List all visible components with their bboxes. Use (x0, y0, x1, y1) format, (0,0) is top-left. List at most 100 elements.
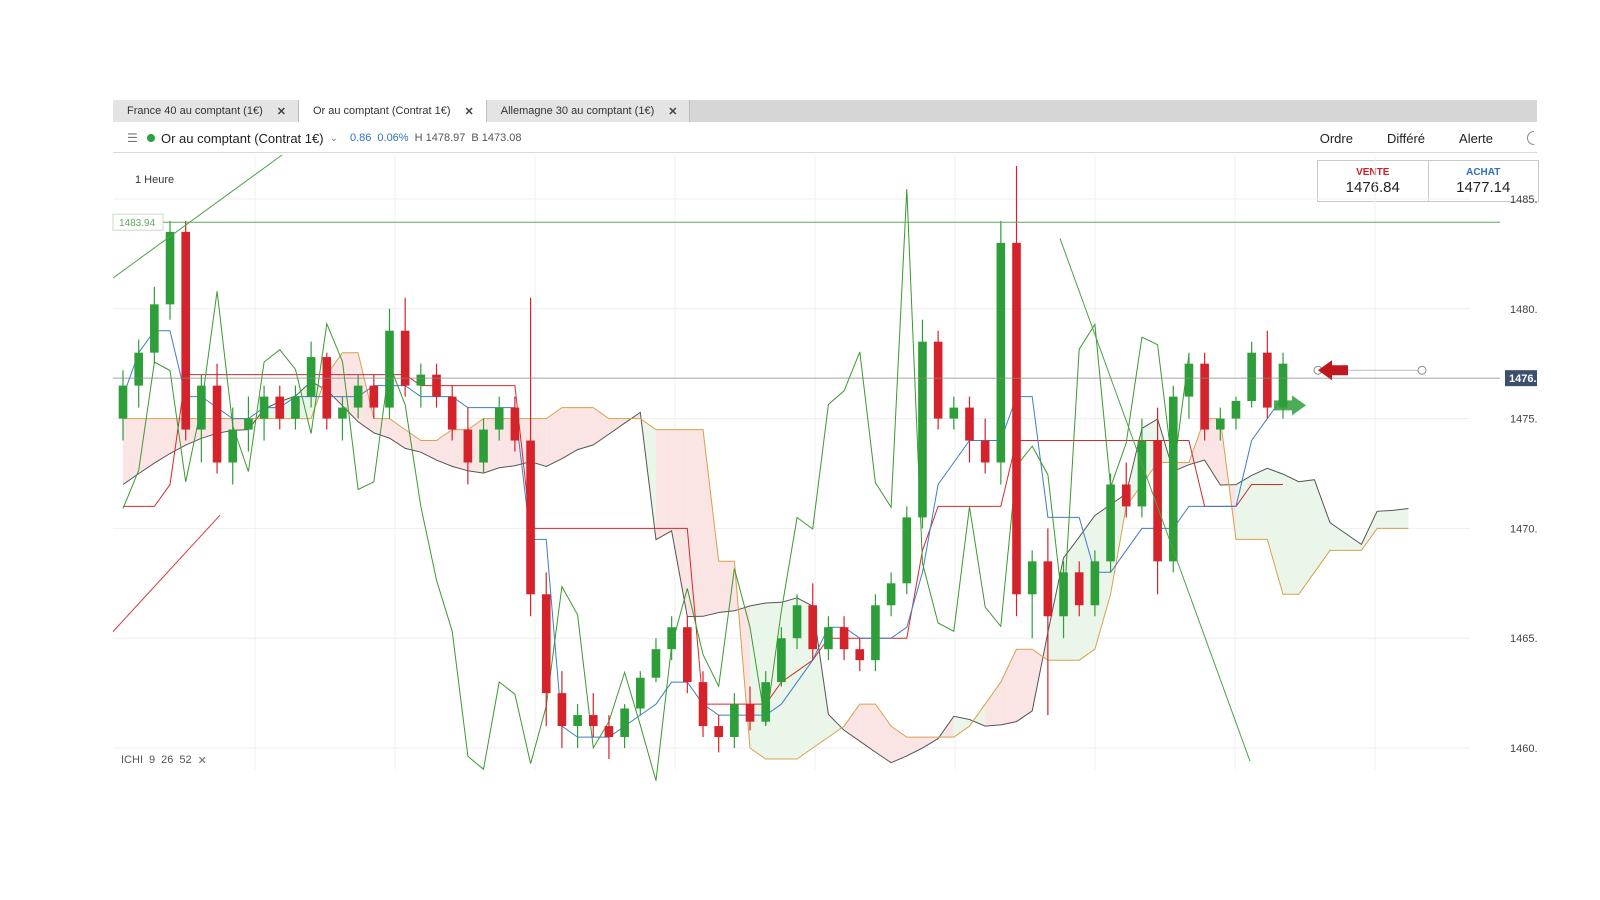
cloud-segment (1283, 474, 1299, 595)
alert-handle-icon (1417, 365, 1427, 375)
candlestick (526, 297, 535, 617)
price-axis: 1460. 1465. 1470. 1475. 1480. 1485. 1476. (1505, 194, 1538, 755)
candle-body (181, 231, 191, 430)
cloud-segment (154, 418, 171, 464)
candlestick (212, 363, 222, 474)
cloud-segment (655, 429, 672, 540)
candle-body (902, 517, 912, 584)
candle-body (949, 407, 959, 419)
current-price-tag: 1476. (1509, 373, 1537, 385)
candlestick (197, 374, 206, 463)
cloud-segment (1267, 468, 1283, 595)
candlestick (839, 616, 849, 661)
cloud-segment (138, 418, 155, 474)
candle-body (730, 704, 739, 738)
candlestick (134, 339, 143, 408)
remove-indicator-icon[interactable]: ✕ (198, 754, 207, 767)
candle-body (871, 605, 880, 661)
cloud-segment (389, 418, 406, 449)
candlestick (1106, 473, 1115, 573)
cloud-segment (1298, 479, 1315, 595)
candle-body (400, 330, 410, 386)
y-tick-label: 1470. (1510, 523, 1538, 535)
candlestick (980, 418, 990, 474)
candlestick (588, 693, 598, 738)
candlestick (683, 616, 692, 694)
candle-body (1012, 242, 1021, 595)
candle-body (557, 693, 567, 727)
candle-body (839, 627, 849, 650)
candle-body (1059, 572, 1068, 617)
candle-body (996, 242, 1006, 463)
candle-body (134, 352, 143, 386)
candlestick (181, 220, 191, 441)
candle-body (118, 385, 128, 419)
cloud-segment (1251, 468, 1268, 540)
candlestick (541, 572, 551, 727)
candle-body (1200, 363, 1209, 430)
candlestick (1184, 352, 1194, 419)
candle-body (918, 341, 927, 518)
candlestick (557, 671, 567, 749)
candle-body (1106, 484, 1115, 562)
cloud-segment (906, 737, 923, 756)
indicator-param: 26 (161, 754, 174, 766)
candle-body (573, 715, 582, 727)
candle-body (1184, 363, 1194, 397)
candle-body (965, 407, 974, 441)
candlestick (965, 396, 974, 463)
candlestick (949, 396, 959, 430)
candlestick (871, 594, 880, 672)
candle-body (635, 677, 645, 709)
candle-body (792, 605, 802, 639)
cloud-segment (1330, 522, 1346, 551)
candle-body (494, 407, 504, 430)
y-tick-label: 1485. (1510, 194, 1538, 206)
sell-arrow-icon (1318, 360, 1348, 381)
cloud-segment (671, 429, 688, 617)
candlestick (400, 297, 410, 397)
trend-line (1059, 238, 1251, 762)
cloud-segment (750, 603, 766, 760)
candle-body (1090, 561, 1100, 606)
candlestick (573, 704, 582, 749)
candlestick (150, 286, 159, 364)
candle-body (761, 682, 771, 722)
candle-body (620, 708, 629, 738)
indicator-param: 9 (149, 754, 156, 766)
candle-body (745, 704, 755, 722)
candle-body (777, 638, 786, 683)
candle-body (1153, 440, 1162, 562)
cloud-segment (1377, 510, 1393, 529)
cloud-segment (985, 682, 1001, 727)
candle-body (1215, 418, 1225, 430)
candlestick (244, 396, 253, 452)
candle-body (1074, 572, 1084, 606)
candle-body (1121, 484, 1131, 507)
y-tick-label: 1460. (1510, 743, 1538, 755)
cloud-segment (123, 418, 139, 485)
candlestick (808, 583, 818, 661)
candlestick (259, 385, 269, 441)
candlestick (824, 616, 833, 661)
indicator-name[interactable]: ICHI (121, 754, 143, 767)
candle-body (150, 304, 159, 353)
candlestick (463, 407, 473, 485)
y-tick-label: 1480. (1510, 304, 1538, 316)
candle-body (588, 715, 598, 727)
candle-body (1231, 401, 1241, 419)
candle-body (416, 374, 426, 386)
candlestick (1247, 341, 1256, 408)
candle-body (1168, 396, 1178, 562)
cloud-segment (1235, 475, 1252, 540)
cloud-segment (687, 429, 703, 617)
candle-body (1247, 352, 1256, 401)
cloud-segment (1392, 508, 1409, 529)
candlestick (385, 308, 394, 419)
candle-body (479, 429, 488, 463)
interval-label[interactable]: 1 Heure (135, 174, 174, 186)
price-chart[interactable]: 1483.94 1460.1465.1470.1475.1480.1485.14… (0, 0, 1600, 900)
trend-line (112, 514, 221, 632)
indicator-param: 52 (179, 754, 192, 766)
candle-body (541, 594, 551, 694)
